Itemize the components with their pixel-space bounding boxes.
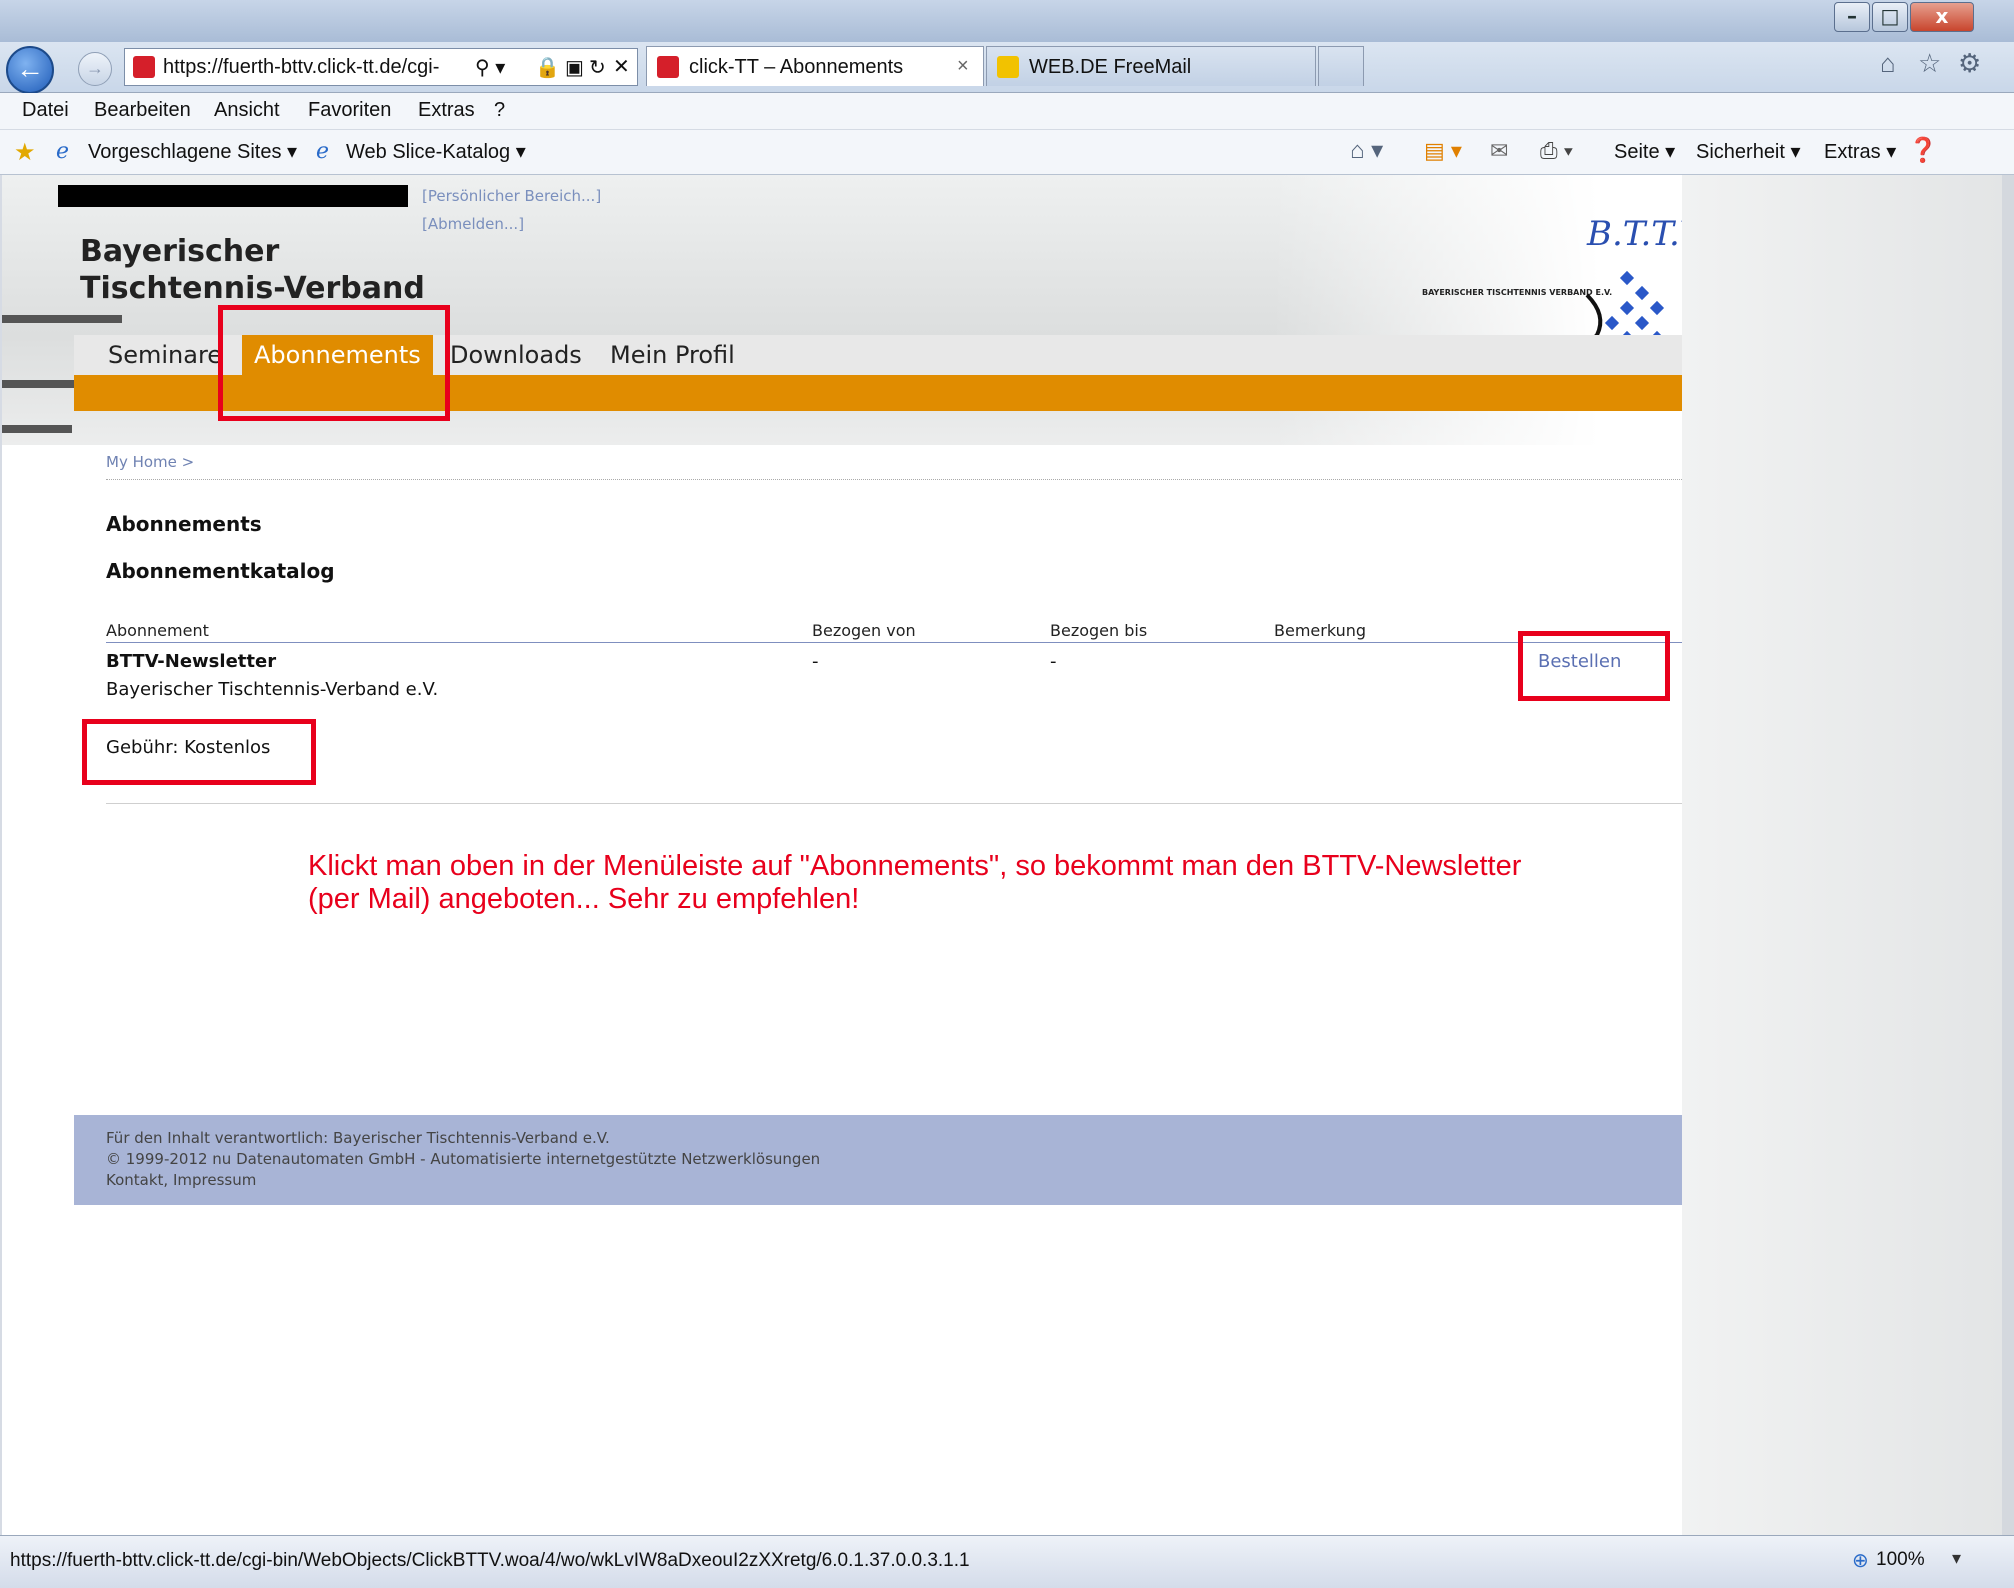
close-window-button[interactable]: x: [1910, 2, 1974, 32]
tab-click-tt[interactable]: click-TT – Abonnements ×: [646, 46, 984, 86]
menu-favoriten[interactable]: Favoriten: [308, 99, 391, 122]
page-background-right: [1682, 175, 2002, 1535]
favorites-star-icon[interactable]: ☆: [1918, 48, 1941, 79]
help-icon[interactable]: ❓: [1908, 136, 1938, 165]
favorites-web-slice[interactable]: Web Slice-Katalog ▾: [346, 139, 526, 164]
refresh-icon[interactable]: ↻: [589, 55, 606, 80]
logo-text: BAYERISCHER TISCHTENNIS VERBAND E.V.: [1422, 288, 1612, 297]
new-tab-button[interactable]: [1318, 46, 1364, 86]
back-button[interactable]: ←: [6, 46, 54, 94]
forward-button[interactable]: →: [78, 52, 112, 86]
menu-bearbeiten[interactable]: Bearbeiten: [94, 99, 191, 122]
print-icon[interactable]: ⎙ ▾: [1540, 138, 1573, 164]
vertical-scrollbar[interactable]: [2002, 175, 2014, 1535]
section-title: Abonnementkatalog: [106, 559, 335, 583]
menu-help[interactable]: ?: [494, 99, 505, 122]
org-line-1: Bayerischer: [80, 234, 280, 269]
tab-close-icon[interactable]: ×: [957, 55, 969, 78]
subscription-name: BTTV-Newsletter: [106, 651, 277, 672]
logo-letters: B.T.T.V.: [1586, 214, 1682, 254]
redacted-username: [58, 185, 408, 207]
page-title: Abonnements: [106, 512, 262, 536]
site-footer: Für den Inhalt verantwortlich: Bayerisch…: [74, 1115, 1682, 1205]
zoom-level[interactable]: 100%: [1876, 1549, 1925, 1571]
tab-webde[interactable]: WEB.DE FreeMail: [986, 46, 1316, 86]
nav-downloads[interactable]: Downloads: [438, 335, 594, 375]
table-header-divider: [106, 642, 1682, 643]
footer-contact-links[interactable]: Kontakt, Impressum: [106, 1171, 256, 1189]
organization-name: Bayerischer Tischtennis-Verband: [80, 233, 425, 307]
mail-icon[interactable]: ✉: [1490, 138, 1508, 164]
ie-page-icon: ℯ: [56, 138, 70, 163]
command-seite[interactable]: Seite ▾: [1614, 139, 1675, 164]
content-divider: [106, 803, 1682, 804]
status-bar: https://fuerth-bttv.click-tt.de/cgi-bin/…: [0, 1535, 2014, 1588]
tab-title: WEB.DE FreeMail: [1029, 56, 1192, 78]
command-extras[interactable]: Extras ▾: [1824, 139, 1896, 164]
ie-page-icon: ℯ: [316, 138, 330, 163]
favorites-star-icon[interactable]: ★: [14, 138, 36, 167]
highlight-abonnements: [218, 305, 450, 421]
nav-seminare[interactable]: Seminare: [96, 335, 234, 375]
gear-icon[interactable]: ⚙: [1958, 48, 1981, 79]
page-viewport: [Persönlicher Bereich...] [Abmelden...] …: [2, 175, 2002, 1535]
header-decor: [2, 315, 122, 323]
zoom-icon[interactable]: ⊕: [1852, 1548, 1869, 1573]
logout-link[interactable]: [Abmelden...]: [422, 215, 524, 233]
subscription-publisher: Bayerischer Tischtennis-Verband e.V.: [106, 679, 439, 700]
menu-extras[interactable]: Extras: [418, 99, 475, 122]
column-header-bemerkung: Bemerkung: [1274, 621, 1367, 640]
highlight-bestellen: [1518, 631, 1670, 701]
column-header-bezogen-bis: Bezogen bis: [1050, 621, 1148, 640]
command-sicherheit[interactable]: Sicherheit ▾: [1696, 139, 1801, 164]
column-header-abonnement: Abonnement: [106, 621, 209, 640]
home-icon[interactable]: ⌂: [1880, 48, 1896, 79]
favorites-bar: ★ ℯ Vorgeschlagene Sites ▾ ℯ Web Slice-K…: [0, 130, 2014, 175]
bttv-logo: B.T.T.V. BAYERISCHER TISCHTENNIS VERBAND…: [1412, 203, 1709, 353]
webde-favicon-icon: [997, 56, 1019, 78]
rss-feed-icon[interactable]: ▤ ▾: [1424, 138, 1462, 164]
address-bar[interactable]: https://fuerth-bttv.click-tt.de/cgi- ⚲ ▾…: [124, 48, 638, 86]
stop-icon[interactable]: ✕: [613, 54, 630, 79]
annotation-note: Klickt man oben in der Menüleiste auf "A…: [308, 850, 1522, 915]
column-header-bezogen-von: Bezogen von: [812, 621, 916, 640]
zoom-dropdown-icon[interactable]: ▾: [1952, 1548, 1961, 1569]
window-titlebar: – □ x: [0, 0, 2014, 42]
status-url: https://fuerth-bttv.click-tt.de/cgi-bin/…: [10, 1550, 970, 1571]
compatibility-icon[interactable]: ▣: [565, 55, 584, 80]
lock-icon[interactable]: 🔒: [535, 55, 560, 80]
home-icon[interactable]: ⌂ ▾: [1350, 136, 1383, 165]
click-tt-favicon-icon: [657, 56, 679, 78]
subscription-to: -: [1050, 651, 1057, 672]
menu-datei[interactable]: Datei: [22, 99, 69, 122]
footer-responsible: Für den Inhalt verantwortlich: Bayerisch…: [106, 1129, 610, 1147]
address-url[interactable]: https://fuerth-bttv.click-tt.de/cgi-: [163, 56, 439, 79]
org-line-2: Tischtennis-Verband: [80, 271, 425, 306]
personal-area-link[interactable]: [Persönlicher Bereich...]: [422, 187, 601, 205]
breadcrumb[interactable]: My Home >: [106, 453, 194, 471]
menu-bar: Datei Bearbeiten Ansicht Favoriten Extra…: [0, 93, 2014, 130]
nav-mein-profil[interactable]: Mein Profil: [598, 335, 747, 375]
site-favicon-icon: [133, 56, 155, 78]
maximize-button[interactable]: □: [1872, 2, 1908, 32]
browser-navigation-bar: ← → https://fuerth-bttv.click-tt.de/cgi-…: [0, 42, 2014, 94]
subscription-from: -: [812, 651, 819, 672]
breadcrumb-divider: [106, 479, 1682, 480]
favorites-suggested-sites[interactable]: Vorgeschlagene Sites ▾: [88, 139, 297, 164]
highlight-fee: [82, 719, 316, 785]
tab-title: click-TT – Abonnements: [689, 56, 904, 78]
search-icon[interactable]: ⚲ ▾: [475, 55, 505, 80]
header-decor: [2, 425, 72, 433]
footer-copyright: © 1999-2012 nu Datenautomaten GmbH - Aut…: [106, 1150, 821, 1168]
minimize-button[interactable]: –: [1834, 2, 1870, 32]
menu-ansicht[interactable]: Ansicht: [214, 99, 280, 122]
